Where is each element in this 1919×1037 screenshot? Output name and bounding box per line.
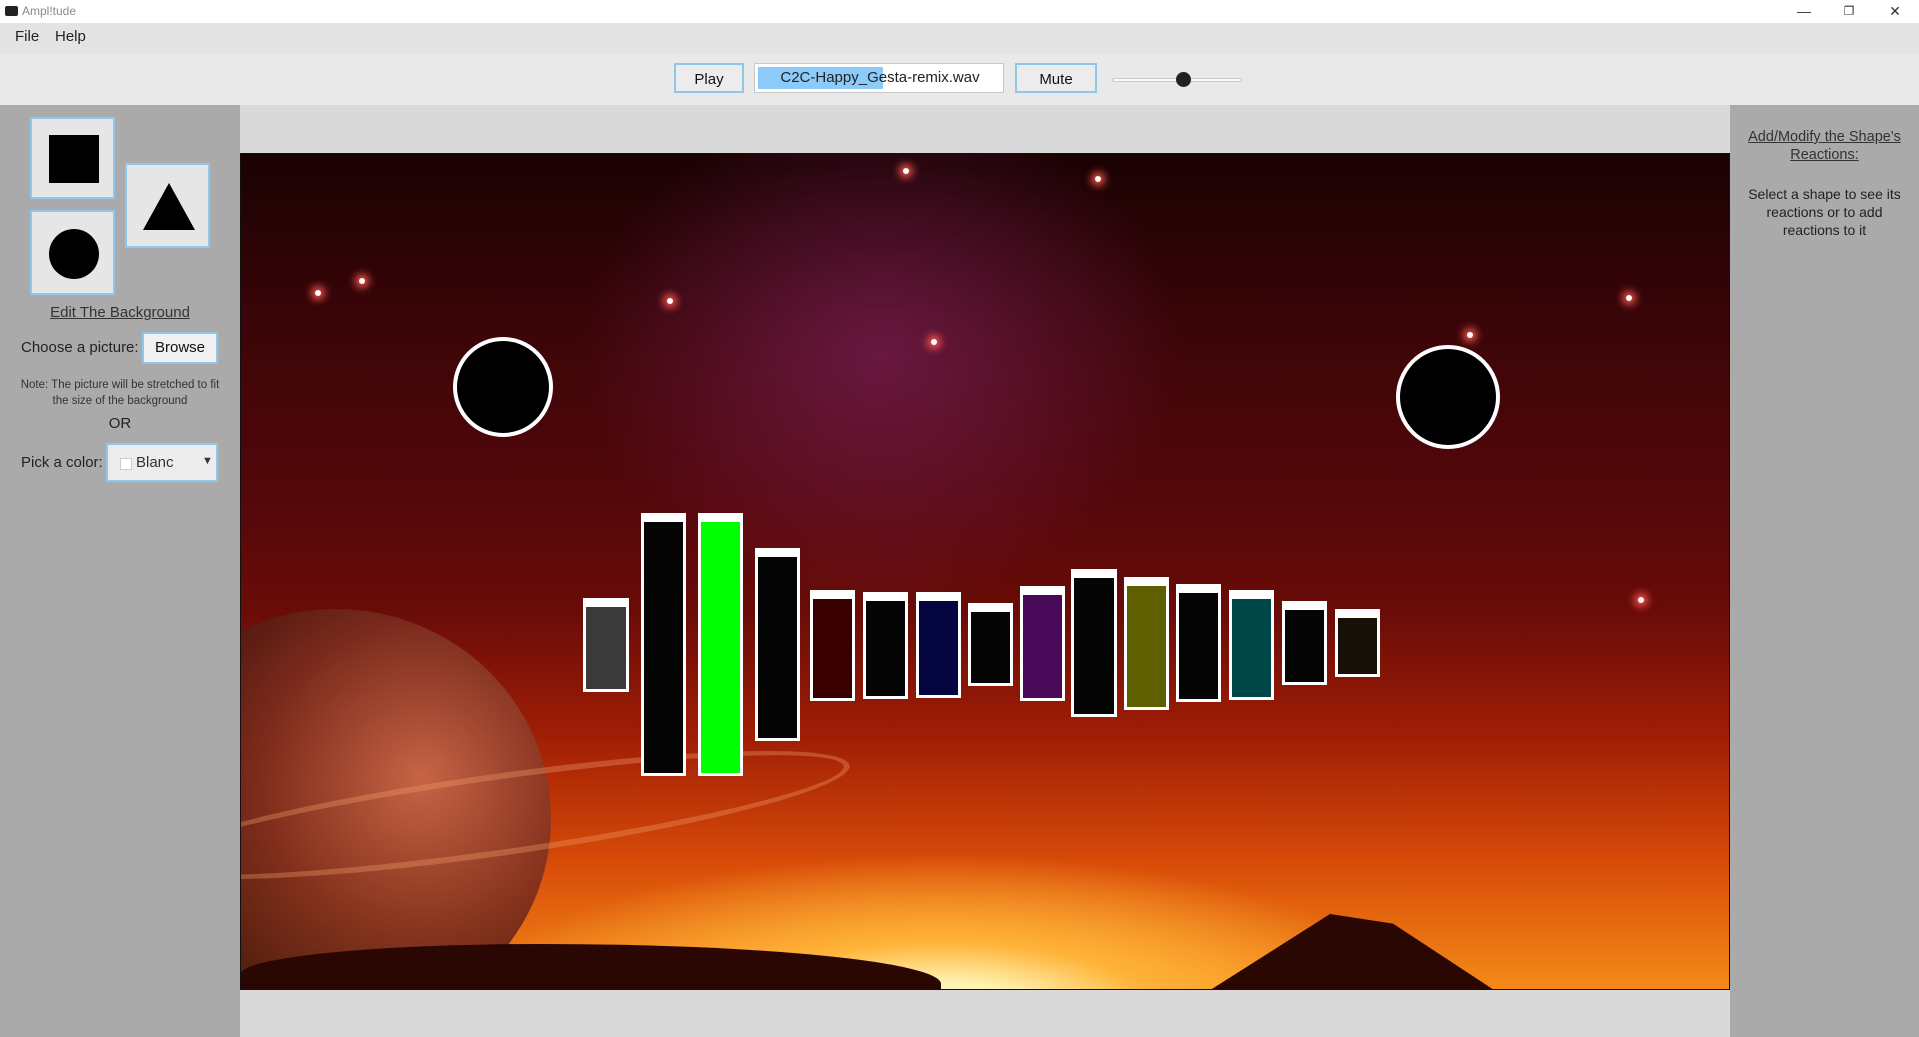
visualizer-canvas[interactable] xyxy=(240,153,1730,990)
background-star xyxy=(359,278,365,284)
background-star xyxy=(903,168,909,174)
background-star xyxy=(1638,597,1644,603)
spectrum-bar[interactable] xyxy=(1176,584,1221,702)
background-mountain-right xyxy=(1141,914,1561,989)
background-star xyxy=(1626,295,1632,301)
canvas-margin-bottom xyxy=(240,990,1730,1037)
spectrum-bar[interactable] xyxy=(1229,590,1274,700)
right-panel: Add/Modify the Shape's Reactions: Select… xyxy=(1730,105,1919,1037)
toolbar: Play C2C-Happy_Gesta-remix.wav Mute xyxy=(0,54,1919,105)
volume-slider-thumb[interactable] xyxy=(1175,72,1191,87)
pick-color-label: Pick a color: xyxy=(21,454,103,471)
spectrum-bar[interactable] xyxy=(755,548,800,741)
background-star xyxy=(1467,332,1473,338)
title-bar: Ampl!tude — ❐ ✕ xyxy=(0,0,1919,23)
menu-file[interactable]: File xyxy=(15,28,39,45)
play-button[interactable]: Play xyxy=(674,63,744,93)
choose-picture-label: Choose a picture: xyxy=(21,339,139,356)
circle-icon xyxy=(49,229,99,279)
circle-shape-button[interactable] xyxy=(30,210,115,295)
color-picker[interactable]: Blanc ▼ xyxy=(106,443,218,482)
edit-background-heading: Edit The Background xyxy=(50,304,190,321)
audio-file-name: C2C-Happy_Gesta-remix.wav xyxy=(780,69,980,86)
audio-file-field[interactable]: C2C-Happy_Gesta-remix.wav xyxy=(754,63,1004,93)
or-separator: OR xyxy=(108,415,132,432)
spectrum-bar[interactable] xyxy=(916,592,961,698)
canvas-margin-top xyxy=(240,105,1730,153)
spectrum-bar[interactable] xyxy=(1335,609,1380,677)
window-title: Ampl!tude xyxy=(22,4,77,18)
close-button[interactable]: ✕ xyxy=(1872,0,1918,23)
circle-shape[interactable] xyxy=(453,337,553,437)
spectrum-bar[interactable] xyxy=(968,603,1013,686)
menu-help[interactable]: Help xyxy=(55,28,86,45)
app-icon xyxy=(5,6,18,16)
mute-button[interactable]: Mute xyxy=(1015,63,1097,93)
reactions-hint: Select a shape to see its reactions or t… xyxy=(1748,186,1901,238)
square-icon xyxy=(49,135,99,183)
circle-shape[interactable] xyxy=(1396,345,1500,449)
spectrum-bar[interactable] xyxy=(810,590,855,701)
background-star xyxy=(667,298,673,304)
reactions-heading[interactable]: Add/Modify the Shape's Reactions: xyxy=(1730,128,1919,164)
background-mountain-left xyxy=(241,944,941,989)
triangle-shape-button[interactable] xyxy=(125,163,210,248)
spectrum-bar[interactable] xyxy=(1282,601,1327,685)
background-star xyxy=(315,290,321,296)
chevron-down-icon: ▼ xyxy=(202,455,213,467)
spectrum-bar[interactable] xyxy=(583,598,629,692)
spectrum-bar[interactable] xyxy=(1071,569,1117,717)
square-shape-button[interactable] xyxy=(30,117,115,199)
background-star xyxy=(1095,176,1101,182)
color-swatch xyxy=(120,458,132,470)
minimize-button[interactable]: — xyxy=(1781,0,1827,23)
stretch-note: Note: The picture will be stretched to f… xyxy=(20,379,220,407)
spectrum-bar[interactable] xyxy=(698,513,743,776)
browse-button[interactable]: Browse xyxy=(142,332,218,364)
restore-button[interactable]: ❐ xyxy=(1826,0,1872,23)
background-star xyxy=(931,339,937,345)
spectrum-bar[interactable] xyxy=(863,592,908,699)
spectrum-bar[interactable] xyxy=(1124,577,1169,710)
spectrum-bar[interactable] xyxy=(641,513,686,776)
color-picker-value: Blanc xyxy=(136,454,174,471)
spectrum-bar[interactable] xyxy=(1020,586,1065,701)
menu-bar: File Help xyxy=(0,23,1919,54)
triangle-icon xyxy=(143,183,195,230)
